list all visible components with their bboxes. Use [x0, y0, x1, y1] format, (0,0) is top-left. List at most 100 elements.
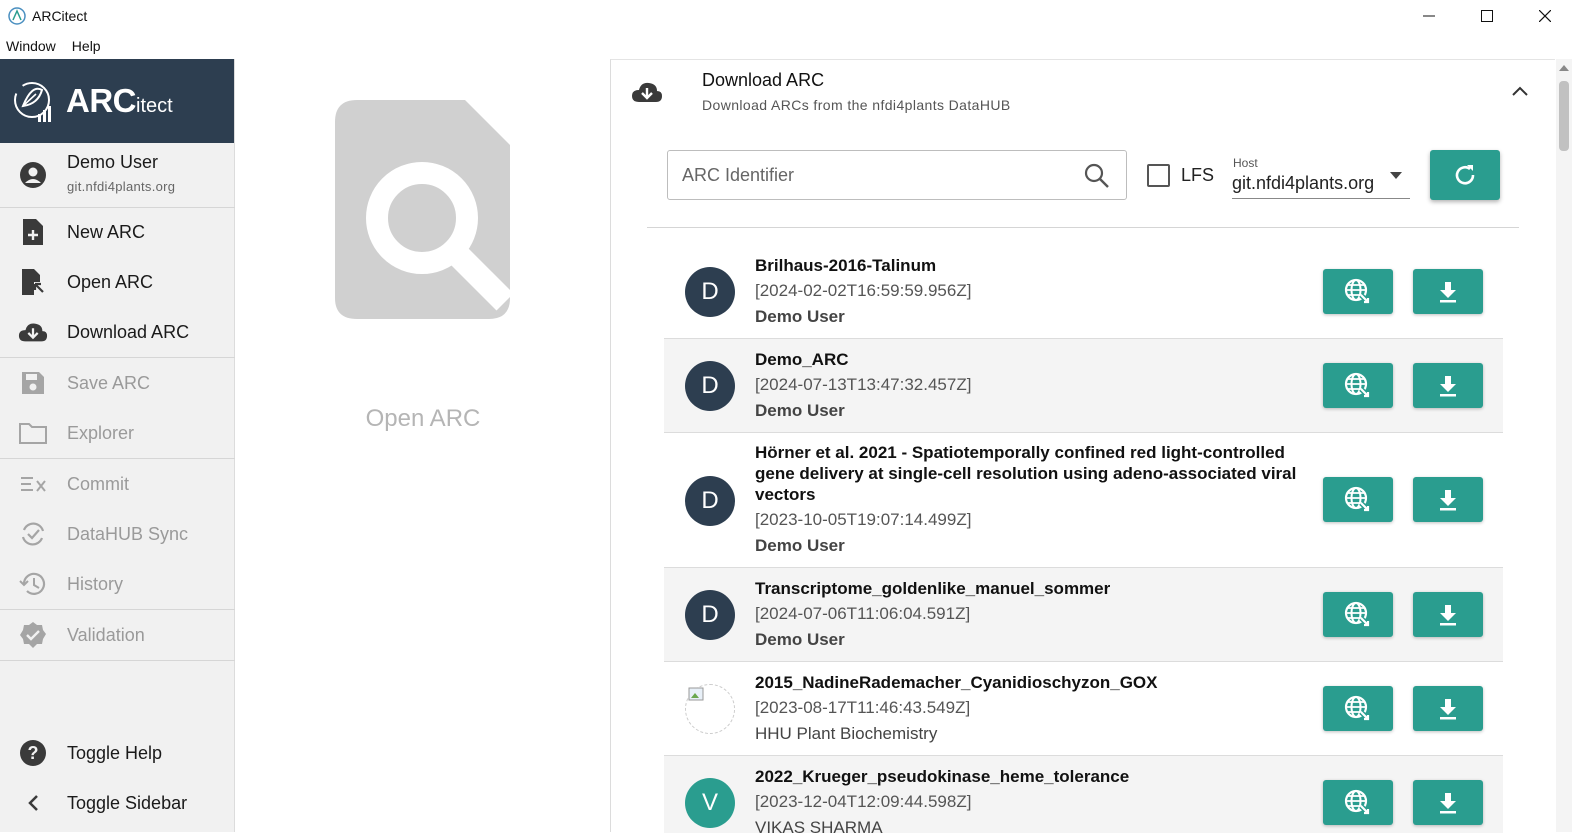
web-icon: [1344, 278, 1372, 306]
chevron-up-icon[interactable]: [1511, 84, 1529, 98]
sidebar-item-label: History: [67, 573, 124, 594]
vertical-scrollbar[interactable]: [1556, 59, 1572, 832]
commit-icon: [18, 469, 48, 499]
sidebar-divider: [0, 660, 235, 661]
scrollbar-thumb[interactable]: [1559, 81, 1569, 151]
search-input[interactable]: [682, 163, 1072, 187]
download-button[interactable]: [1413, 592, 1483, 637]
host-underline: [1232, 198, 1410, 199]
sidebar-item-datahub-sync[interactable]: DataHUB Sync: [0, 509, 235, 559]
web-icon: [1344, 695, 1372, 723]
arc-date: [2024-07-06T11:06:04.591Z]: [755, 604, 971, 623]
arc-owner: HHU Plant Biochemistry: [755, 724, 938, 743]
avatar: D: [685, 361, 735, 411]
download-button[interactable]: [1413, 780, 1483, 825]
open-arc-area[interactable]: Open ARC: [236, 59, 610, 832]
arc-list-item: D Demo_ARC [2024-07-13T13:47:32.457Z] De…: [664, 339, 1503, 432]
sidebar-item-validation[interactable]: Validation: [0, 610, 235, 660]
app-icon: [8, 7, 26, 25]
title-bar: ARCitect: [0, 0, 1572, 32]
sidebar-item-toggle-help[interactable]: ? Toggle Help: [0, 728, 235, 778]
arc-list-item: 2015_NadineRademacher_Cyanidioschyzon_GO…: [664, 662, 1503, 755]
sidebar-user[interactable]: Demo User git.nfdi4plants.org: [0, 144, 235, 207]
sidebar-item-history[interactable]: History: [0, 559, 235, 609]
web-icon: [1344, 601, 1372, 629]
arc-title: Demo_ARC: [755, 350, 849, 369]
download-icon: [1440, 489, 1456, 510]
sidebar-item-toggle-sidebar[interactable]: Toggle Sidebar: [0, 778, 235, 828]
web-icon: [1344, 372, 1372, 400]
arc-owner: VIKAS SHARMA: [755, 818, 883, 833]
sidebar-item-label: Validation: [67, 624, 145, 645]
sync-icon: [18, 519, 48, 549]
sidebar-item-label: Save ARC: [67, 372, 151, 393]
sidebar-item-new-arc[interactable]: New ARC: [0, 207, 235, 257]
open-in-browser-button[interactable]: [1323, 477, 1393, 522]
host-select[interactable]: git.nfdi4plants.org: [1232, 173, 1374, 194]
avatar: V: [685, 778, 735, 828]
arc-title: Transcriptome_goldenlike_manuel_sommer: [755, 579, 1111, 598]
account-circle-icon: [18, 160, 48, 190]
logo-text: ARCitect: [66, 82, 173, 119]
search-icon[interactable]: [1084, 163, 1110, 189]
arc-title: 2015_NadineRademacher_Cyanidioschyzon_GO…: [755, 673, 1158, 692]
open-in-browser-button[interactable]: [1323, 269, 1393, 314]
lfs-label: LFS: [1181, 165, 1215, 185]
menu-help[interactable]: Help: [72, 38, 101, 54]
arc-date: [2023-08-17T11:46:43.549Z]: [755, 698, 971, 717]
refresh-button[interactable]: [1430, 150, 1500, 200]
minimize-button[interactable]: [1400, 0, 1458, 32]
avatar-broken-image: [685, 684, 735, 734]
download-icon: [1440, 698, 1456, 719]
sidebar-item-open-arc[interactable]: Open ARC: [0, 257, 235, 307]
open-in-browser-button[interactable]: [1323, 592, 1393, 637]
arc-title: Brilhaus-2016-Talinum: [755, 256, 937, 275]
arc-identifier-search[interactable]: [667, 150, 1127, 200]
sidebar-item-commit[interactable]: Commit: [0, 459, 235, 509]
window-title: ARCitect: [32, 8, 88, 24]
menu-window[interactable]: Window: [6, 38, 56, 54]
open-in-browser-button[interactable]: [1323, 686, 1393, 731]
open-in-browser-button[interactable]: [1323, 780, 1393, 825]
sidebar-item-label: DataHUB Sync: [67, 523, 189, 544]
sidebar-item-label: Toggle Sidebar: [67, 792, 188, 813]
download-button[interactable]: [1413, 686, 1483, 731]
lfs-checkbox[interactable]: [1147, 164, 1170, 187]
open-arc-label: Open ARC: [365, 405, 481, 432]
file-search-icon: [335, 100, 510, 319]
logo: ARCitect: [0, 59, 234, 143]
cloud-download-icon: [18, 317, 48, 347]
open-in-browser-button[interactable]: [1323, 363, 1393, 408]
user-host: git.nfdi4plants.org: [67, 179, 176, 194]
maximize-button[interactable]: [1458, 0, 1516, 32]
sidebar-item-explorer[interactable]: Explorer: [0, 408, 235, 458]
arc-list-item: D Transcriptome_goldenlike_manuel_sommer…: [664, 568, 1503, 661]
sidebar-item-save-arc[interactable]: Save ARC: [0, 358, 235, 408]
arcitect-logo-icon: [14, 82, 51, 122]
panel-divider: [647, 227, 1519, 228]
dropdown-arrow-icon[interactable]: [1390, 172, 1402, 180]
sidebar-item-label: Toggle Help: [67, 742, 163, 763]
sidebar-item-label: Commit: [67, 473, 129, 494]
panel-title: Download ARC: [702, 70, 825, 90]
scroll-up-arrow-icon[interactable]: [1559, 64, 1569, 72]
arc-list-item: D Brilhaus-2016-Talinum [2024-02-02T16:5…: [664, 245, 1503, 338]
arc-owner: Demo User: [755, 536, 845, 555]
download-button[interactable]: [1413, 477, 1483, 522]
download-button[interactable]: [1413, 269, 1483, 314]
broken-image-icon: [688, 687, 704, 701]
arc-list-item: V 2022_Krueger_pseudokinase_heme_toleran…: [664, 756, 1503, 833]
download-icon: [1440, 604, 1456, 625]
arc-owner: Demo User: [755, 401, 845, 420]
close-icon: [1539, 10, 1551, 22]
download-button[interactable]: [1413, 363, 1483, 408]
arc-list-item: D Hörner et al. 2021 - Spatiotemporally …: [664, 433, 1503, 567]
sidebar-item-download-arc[interactable]: Download ARC: [0, 307, 235, 357]
close-button[interactable]: [1516, 0, 1572, 32]
arc-title: Hörner et al. 2021 - Spatiotemporally co…: [755, 443, 1297, 504]
download-arc-panel: Download ARC Download ARCs from the nfdi…: [610, 59, 1555, 833]
avatar: D: [685, 590, 735, 640]
sidebar-item-label: Open ARC: [67, 271, 154, 292]
arc-owner: Demo User: [755, 630, 845, 649]
new-file-icon: [18, 217, 48, 247]
